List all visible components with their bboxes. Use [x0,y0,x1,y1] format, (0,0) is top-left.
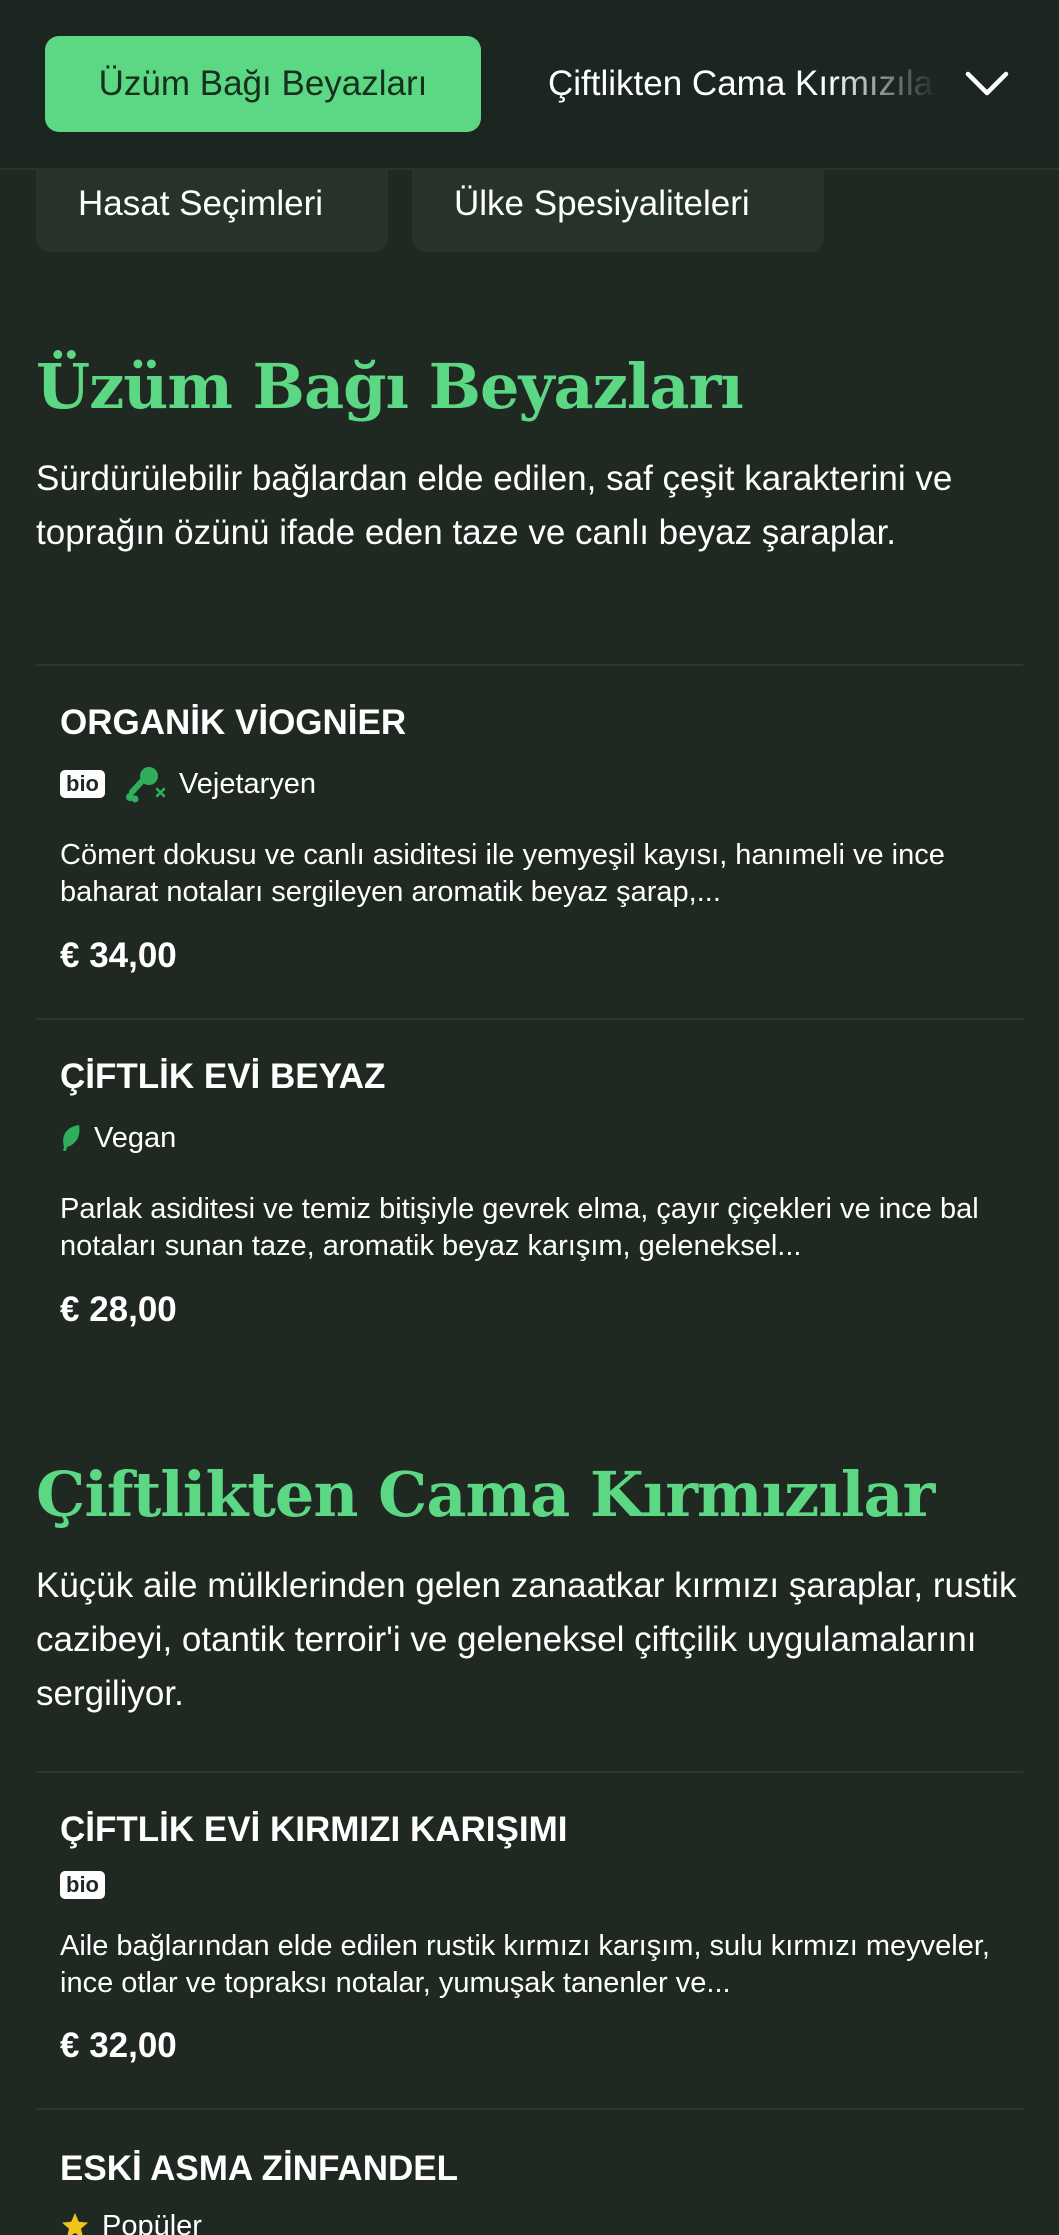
menu-item-tags: Vegan [60,1118,176,1158]
divider [36,664,1023,666]
bio-badge: bio [60,770,105,798]
section-title: Üzüm Bağı Beyazları [36,350,744,423]
section-description: Sürdürülebilir bağlardan elde edilen, sa… [36,459,953,552]
menu-item-name[interactable]: ORGANİK VİOGNİER [60,703,406,743]
leaf-icon [60,1123,82,1153]
section-description: Küçük aile mülklerinden gelen zanaatkar … [36,1566,1017,1713]
menu-item-description[interactable]: Cömert dokusu ve canlı asiditesi ile yem… [60,837,1005,911]
category-tab-farm-to-glass-reds[interactable]: Çiftlikten Cama Kırmızılar [548,36,938,132]
bio-badge: bio [60,1871,105,1899]
category-tab-label: Üzüm Bağı Beyazları [98,64,428,103]
menu-item-tag-label: Vejetaryen [179,767,317,800]
menu-item-description[interactable]: Aile bağlarından elde edilen rustik kırm… [60,1928,1005,2002]
menu-item-tag-label: Popüler [102,2209,202,2235]
divider [36,1018,1023,1020]
drumstick-crossed-icon [123,764,167,804]
category-tab-vineyard-whites[interactable]: Üzüm Bağı Beyazları [45,36,481,132]
menu-item-price: € 34,00 [60,936,177,975]
menu-item-tags: bio Vejetaryen [60,764,316,804]
category-chip-label: Hasat Seçimleri [78,184,324,223]
menu-item-name[interactable]: ÇİFTLİK EVİ BEYAZ [60,1057,385,1097]
menu-item-tag-label: Vegan [94,1121,177,1154]
category-tab-label: Çiftlikten Cama Kırmızılar [548,64,938,103]
menu-page: Hasat Seçimleri Ülke Spesiyaliteleri Üzü… [0,0,1059,2235]
menu-item-tags: bio [60,1865,123,1905]
menu-item-price: € 32,00 [60,2026,177,2065]
section-title: Çiftlikten Cama Kırmızılar [36,1458,935,1531]
menu-item-tags: Popüler [60,2206,202,2235]
divider [36,1771,1023,1773]
menu-item-name[interactable]: ESKİ ASMA ZİNFANDEL [60,2149,458,2189]
menu-item-price: € 28,00 [60,1290,177,1329]
menu-item-name[interactable]: ÇİFTLİK EVİ KIRMIZI KARIŞIMI [60,1810,567,1850]
star-icon [60,2211,90,2235]
divider [36,2108,1023,2110]
menu-item-description[interactable]: Parlak asiditesi ve temiz bitişiyle gevr… [60,1191,1005,1265]
category-nav: Üzüm Bağı Beyazları Çiftlikten Cama Kırm… [0,0,1059,170]
chevron-down-icon[interactable] [962,60,1012,110]
category-chip-label: Ülke Spesiyaliteleri [454,184,750,223]
